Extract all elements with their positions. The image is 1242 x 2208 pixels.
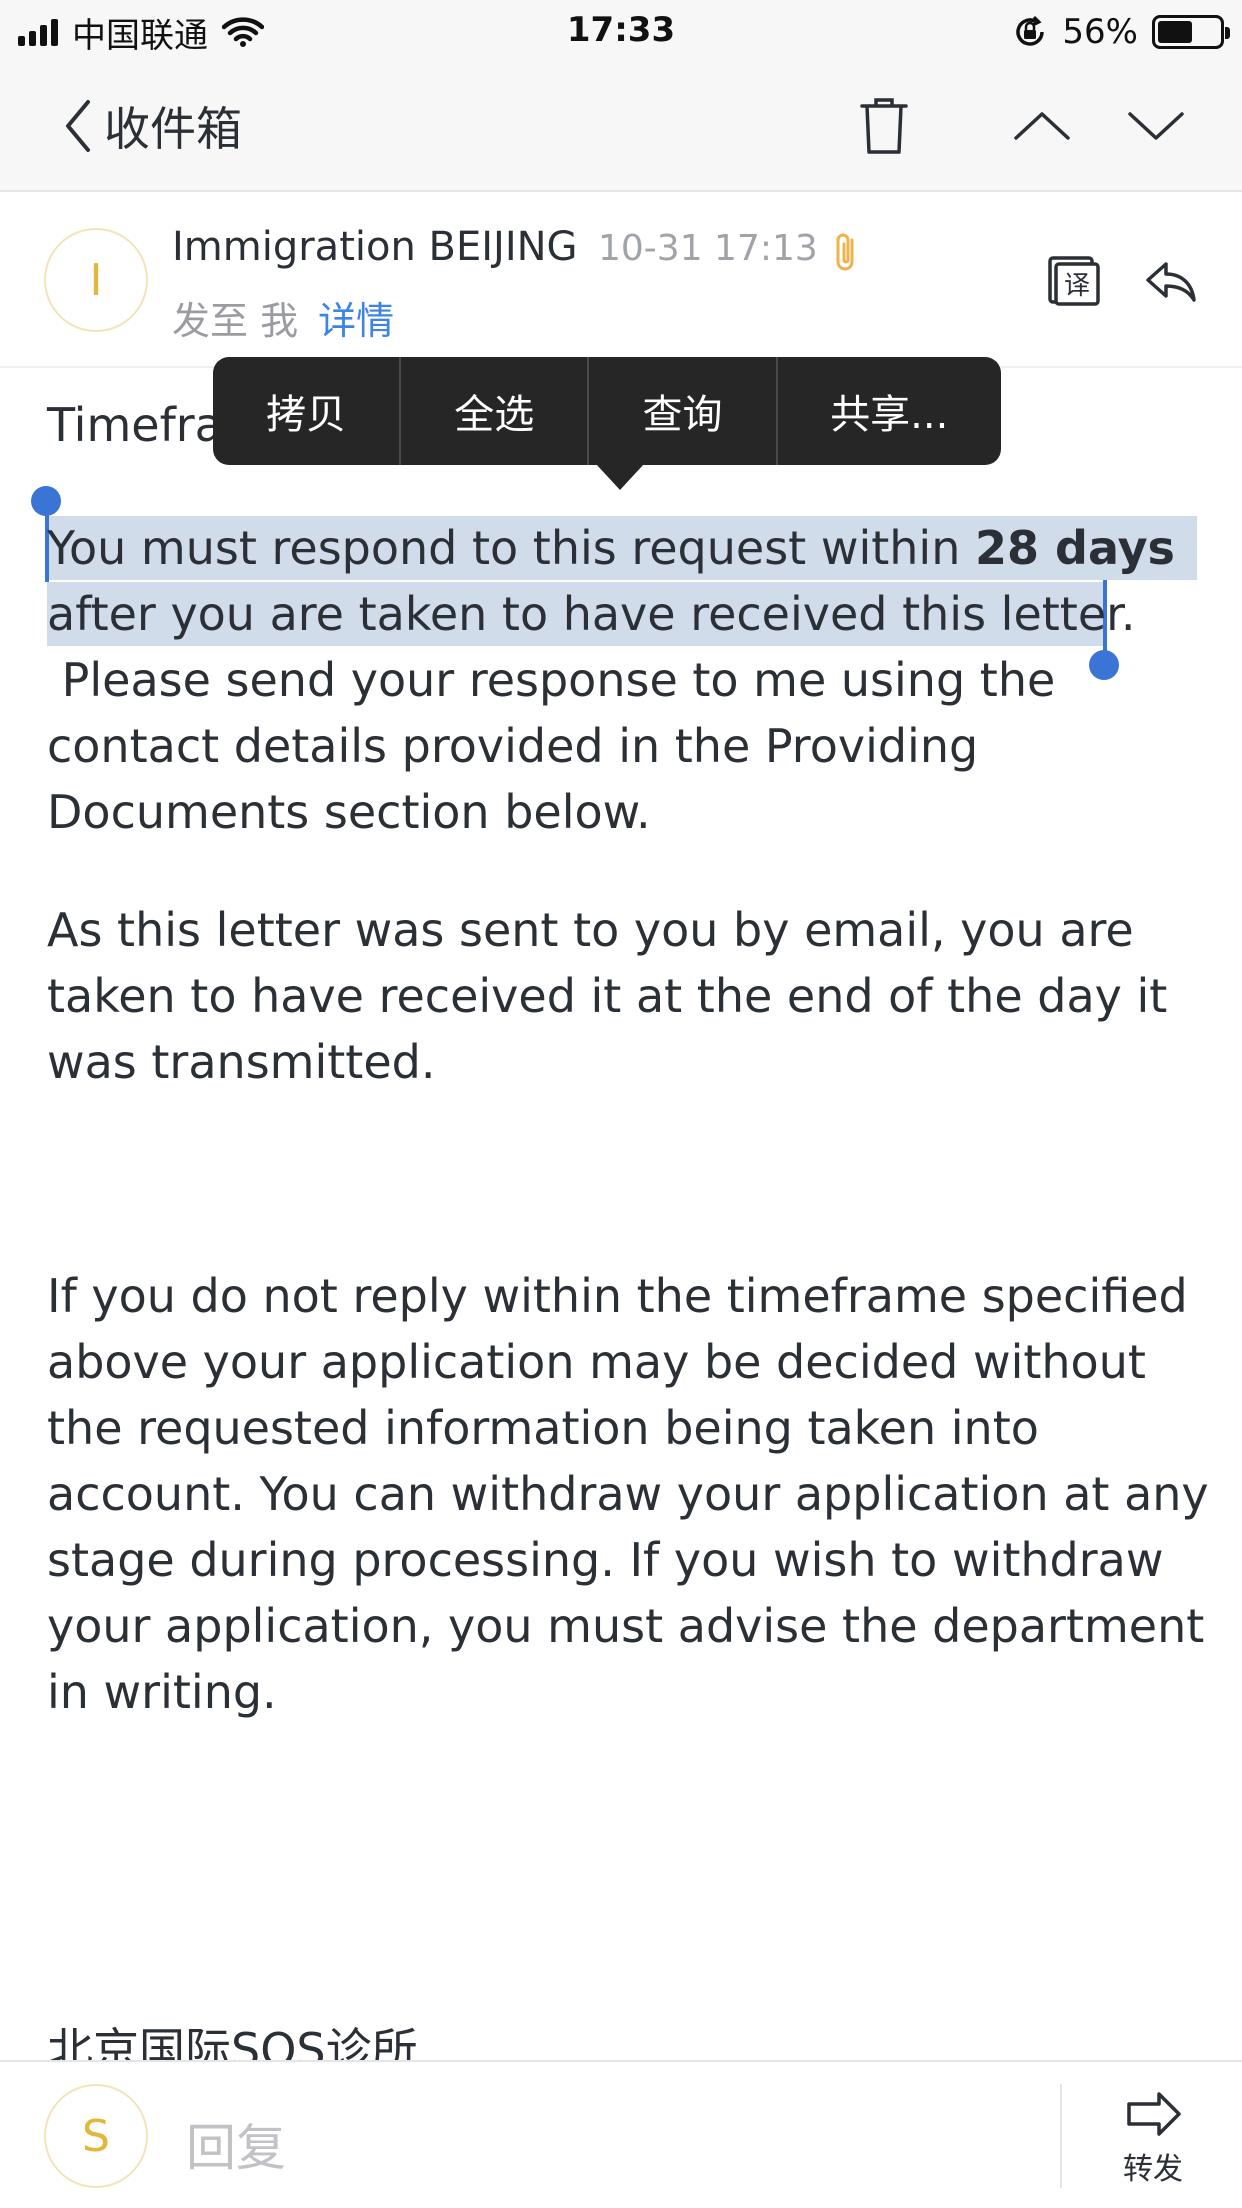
copy-menu-item[interactable]: 拷贝 [213, 357, 402, 465]
attachment-icon[interactable] [832, 230, 860, 274]
chevron-left-icon [66, 100, 90, 152]
back-button[interactable]: 收件箱 [60, 94, 242, 158]
recipient-line: 发至 我详情 [172, 290, 394, 345]
paragraph-3: If you do not reply within the timeframe… [47, 1269, 1209, 1719]
forward-label: 转发 [1123, 2152, 1183, 2187]
paragraph-1-rest: Please send your response to me using th… [47, 653, 1070, 839]
paragraph-1: You must respond to this request within … [47, 515, 1217, 845]
sender-name[interactable]: Immigration BEIJING [172, 224, 578, 270]
status-right: 56% [1012, 10, 1230, 54]
battery-icon [1152, 15, 1230, 49]
forward-button[interactable]: 转发 [1112, 2090, 1194, 2188]
rotation-lock-icon [1016, 15, 1045, 46]
reply-input[interactable]: 回复 [186, 2108, 286, 2180]
battery-percent: 56% [1062, 12, 1138, 52]
sender-time: 10-31 17:13 [598, 228, 818, 269]
reply-icon[interactable] [1142, 252, 1198, 308]
paragraph-2: As this letter was sent to you by email,… [47, 903, 1168, 1089]
trash-icon[interactable] [852, 94, 916, 158]
look-up-menu-item[interactable]: 查询 [589, 357, 778, 465]
user-avatar[interactable]: S [44, 2084, 148, 2188]
battery-fill [1158, 21, 1192, 43]
selection-start-handle[interactable] [31, 486, 61, 516]
chevron-up-icon[interactable] [1010, 94, 1074, 158]
context-menu-arrow [596, 464, 644, 490]
selected-text-bold: 28 days [974, 521, 1175, 575]
signature-partial: 北京国际SOS诊所 [47, 2023, 418, 2060]
recipient-label: 发至 我 [172, 299, 299, 343]
translate-icon[interactable]: 译 [1044, 252, 1100, 308]
status-bar: 中国联通 17:33 56% [0, 0, 1242, 64]
selected-text-line1: You must respond to this request within [47, 521, 975, 575]
back-label: 收件箱 [104, 102, 242, 156]
selected-text-line2: after you are taken to have received thi… [47, 587, 1136, 641]
context-menu: 拷贝 全选 查询 共享... [213, 357, 1001, 465]
chevron-down-icon[interactable] [1124, 94, 1188, 158]
bottom-divider [1060, 2084, 1062, 2188]
select-all-menu-item[interactable]: 全选 [401, 357, 590, 465]
nav-bar: 收件箱 [0, 64, 1242, 192]
sender-header: I Immigration BEIJING 10-31 17:13 发至 我详情… [0, 192, 1242, 368]
sender-avatar[interactable]: I [44, 228, 148, 332]
bottom-bar: S 回复 转发 [0, 2060, 1242, 2208]
svg-text:译: 译 [1064, 271, 1090, 301]
forward-icon [1127, 2092, 1181, 2136]
details-link[interactable]: 详情 [318, 299, 394, 343]
share-menu-item[interactable]: 共享... [778, 357, 1001, 465]
